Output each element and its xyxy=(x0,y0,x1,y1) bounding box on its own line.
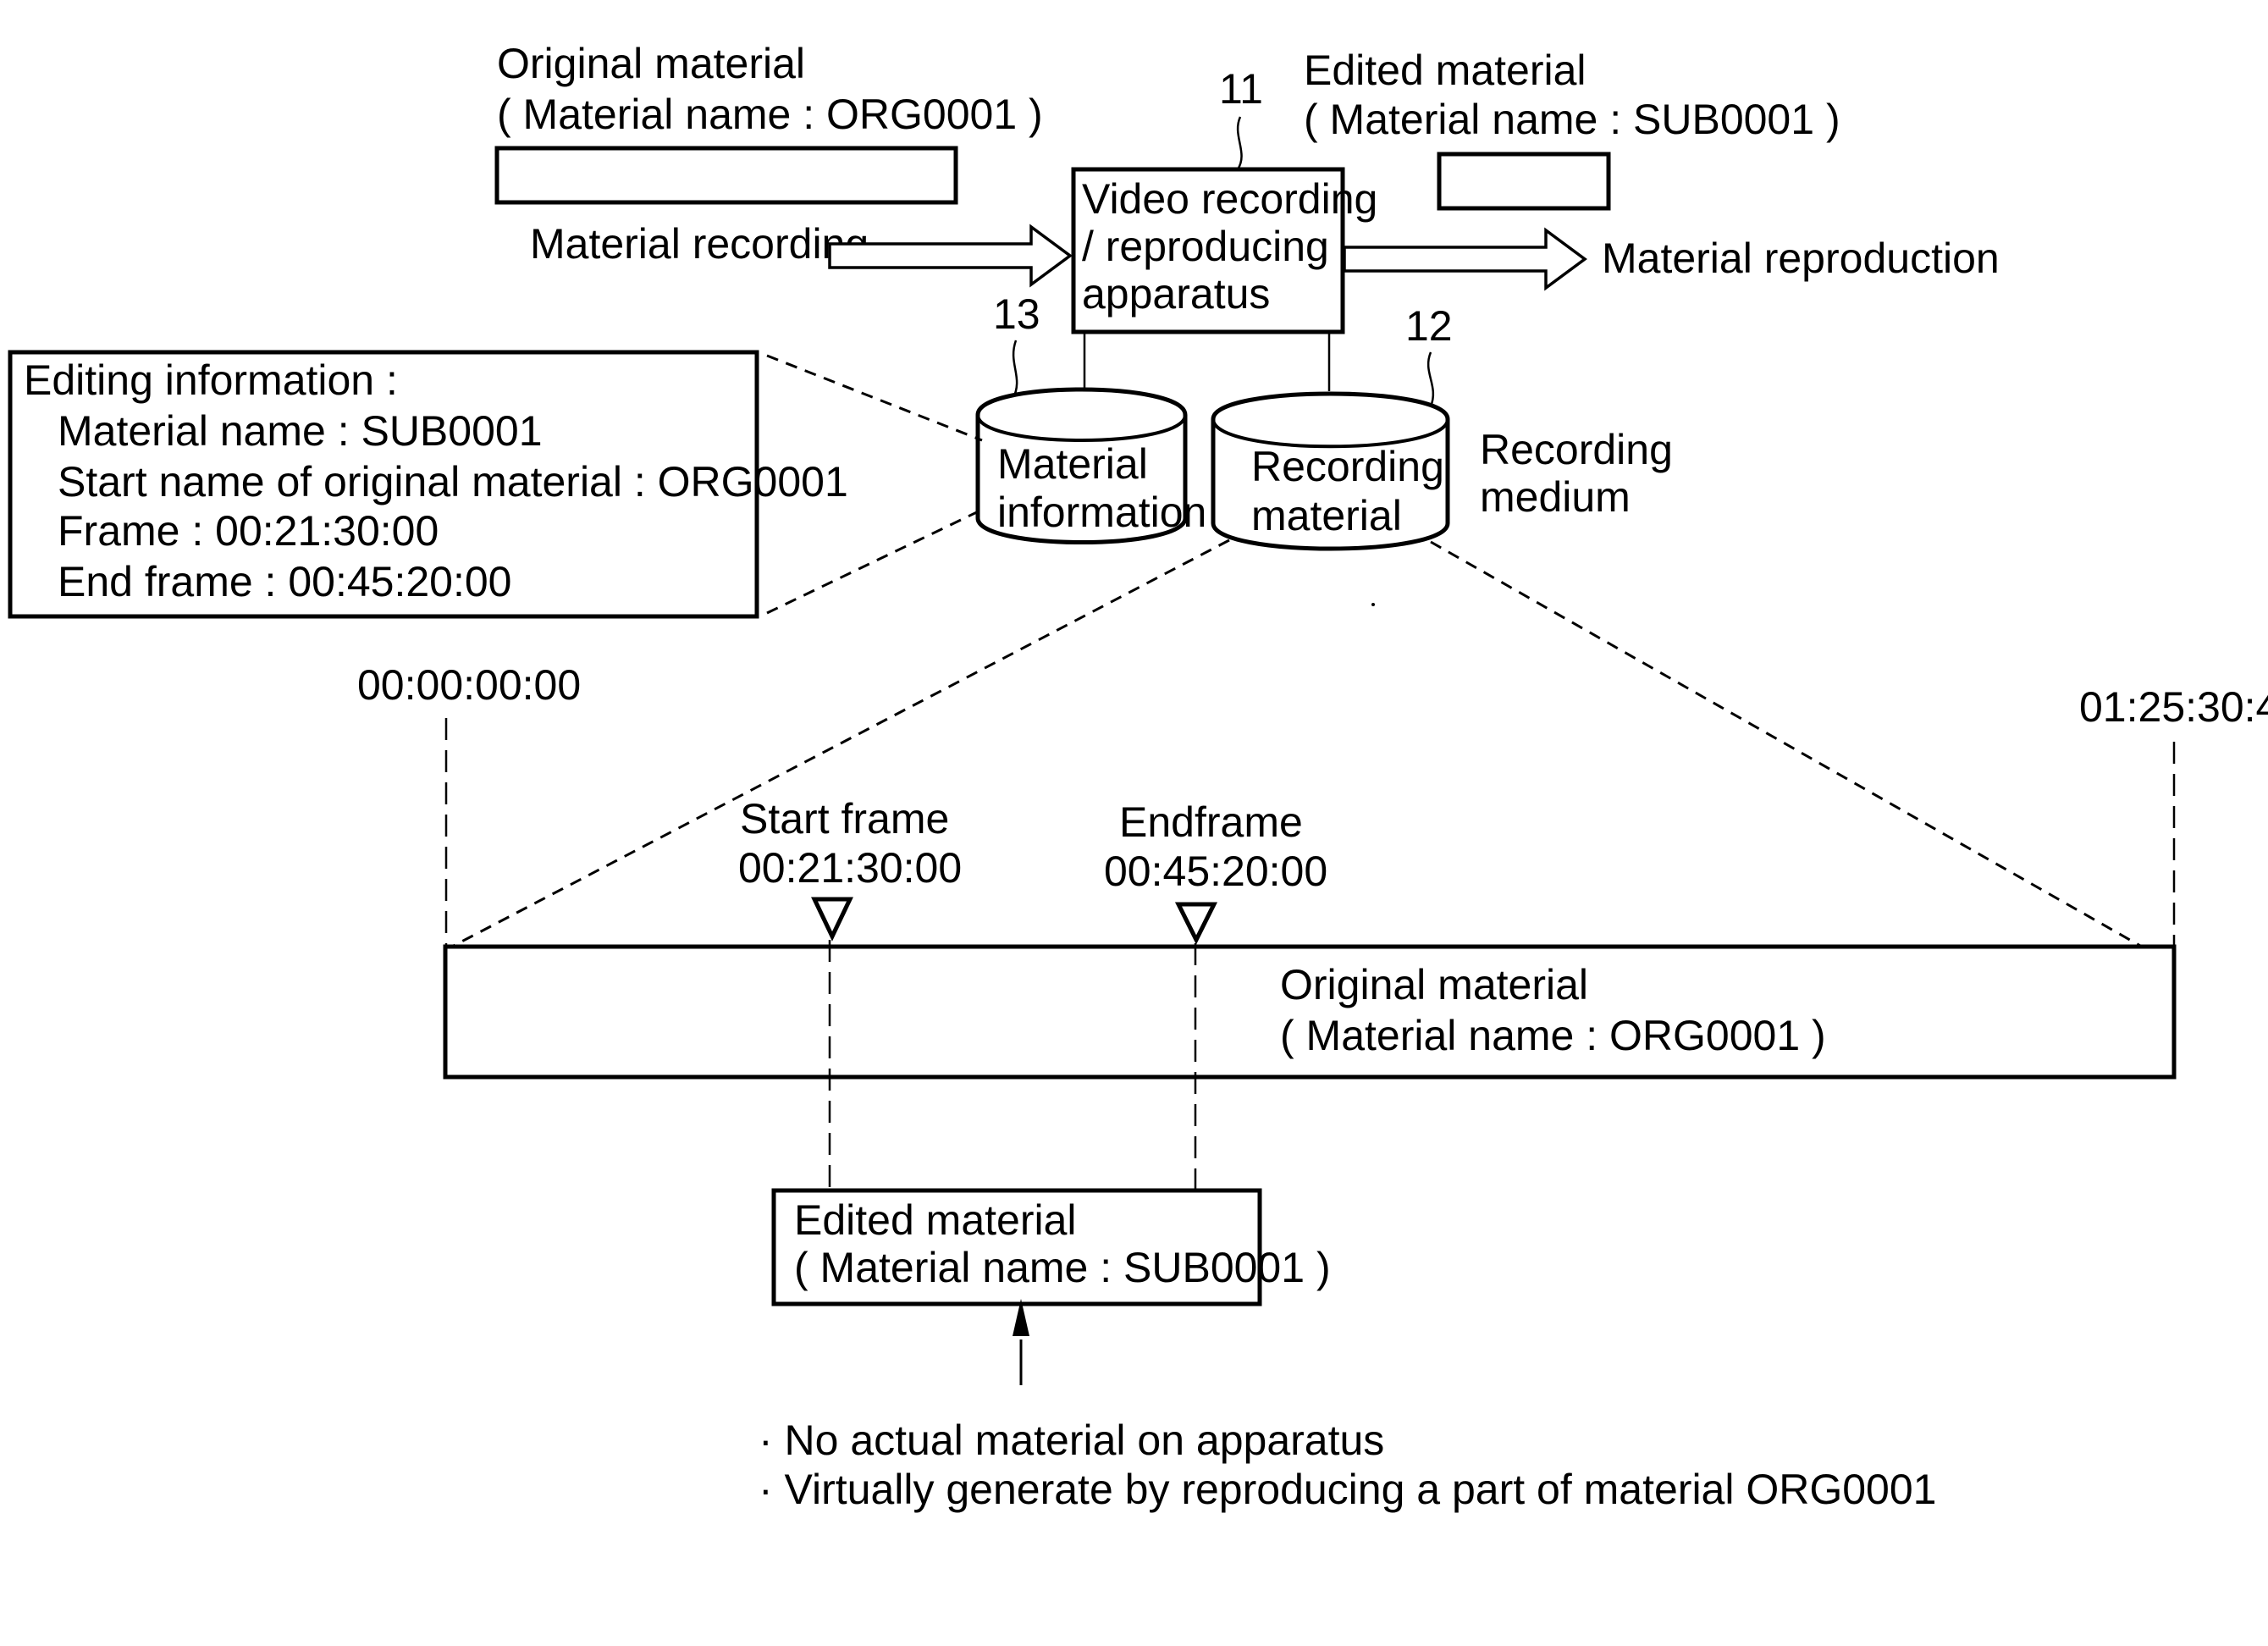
triangle-down-icon xyxy=(811,897,853,942)
end-frame-time: 00:45:20:00 xyxy=(1104,848,1327,895)
timeline-bar-title: Original material xyxy=(1280,961,1588,1008)
edited-material-bar xyxy=(1437,152,1611,211)
editing-info-title: Editing information : xyxy=(24,356,398,404)
original-material-title: Original material xyxy=(497,40,805,87)
apparatus-ref-number: 11 xyxy=(1219,65,1263,113)
material-recording-flow: Material recording xyxy=(530,220,1073,288)
timeline-start-time: 00:00:00:00 xyxy=(357,661,581,709)
recording-material-database: 12 Recording material xyxy=(1211,302,1453,551)
editing-info-line: End frame : 00:45:20:00 xyxy=(58,558,511,605)
apparatus-leader-line xyxy=(1236,116,1243,170)
editing-info-line: Frame : 00:21:30:00 xyxy=(58,507,439,555)
edited-material-title: Edited material xyxy=(1304,47,1586,94)
start-frame-label: Start frame xyxy=(740,795,949,842)
apparatus-line-3: apparatus xyxy=(1082,270,1270,318)
material-recording-label: Material recording xyxy=(530,220,869,268)
material-info-leader-line xyxy=(1011,340,1018,400)
editing-info-line: Material name : SUB0001 xyxy=(58,407,543,455)
edited-box-subtitle: ( Material name : SUB0001 ) xyxy=(794,1244,1331,1291)
recording-material-leader-line xyxy=(1426,351,1435,407)
recording-medium-label-1: Recording xyxy=(1480,426,1673,473)
original-material-timeline-bar: Original material ( Material name : ORG0… xyxy=(443,944,2177,1080)
edited-material-subtitle: ( Material name : SUB0001 ) xyxy=(1304,96,1840,143)
editing-info-line: Start name of original material : ORG000… xyxy=(58,458,848,505)
recording-material-line-1: Recording xyxy=(1251,443,1444,490)
projection-line-right xyxy=(1430,540,2172,965)
triangle-down-icon xyxy=(1174,902,1218,945)
original-material-bar xyxy=(494,146,958,205)
material-info-line-1: Material xyxy=(997,440,1148,488)
editing-info-box: Editing information : Material name : SU… xyxy=(8,350,848,619)
edited-material-result-box: Edited material ( Material name : SUB000… xyxy=(771,1188,1331,1306)
editing-info-connector-top xyxy=(766,354,983,442)
speck xyxy=(1371,603,1375,606)
material-reproduction-flow: Material reproduction xyxy=(1343,227,2000,291)
recording-material-ref-number: 12 xyxy=(1405,302,1453,350)
timeline-bar-subtitle: ( Material name : ORG0001 ) xyxy=(1280,1012,1826,1059)
original-material-block: Original material ( Material name : ORG0… xyxy=(494,40,1043,205)
diagram: Original material ( Material name : ORG0… xyxy=(8,40,2268,1513)
apparatus-line-1: Video recording xyxy=(1082,175,1377,223)
original-material-subtitle: ( Material name : ORG0001 ) xyxy=(497,91,1043,138)
material-reproduction-arrow-icon xyxy=(1343,227,1587,291)
editing-info-connector-bottom xyxy=(766,508,983,615)
end-frame-label: Endframe xyxy=(1119,798,1303,846)
material-reproduction-label: Material reproduction xyxy=(1602,235,2000,282)
apparatus-line-2: / reproducing xyxy=(1082,223,1329,270)
material-info-line-2: information xyxy=(997,489,1206,536)
end-frame-marker: Endframe 00:45:20:00 xyxy=(1104,798,1327,945)
edited-material-block: Edited material ( Material name : SUB000… xyxy=(1304,47,1840,211)
note-line: · Virtually generate by reproducing a pa… xyxy=(759,1466,1936,1513)
recording-material-line-2: material xyxy=(1251,492,1402,539)
recording-medium-label-2: medium xyxy=(1480,473,1631,521)
material-info-ref-number: 13 xyxy=(993,290,1040,338)
note-line: · No actual material on apparatus xyxy=(759,1417,1384,1464)
start-frame-marker: Start frame 00:21:30:00 xyxy=(738,795,962,942)
timeline-end-time: 01:25:30:46 xyxy=(2079,683,2268,731)
start-frame-time: 00:21:30:00 xyxy=(738,844,962,892)
edited-box-title: Edited material xyxy=(794,1196,1077,1244)
